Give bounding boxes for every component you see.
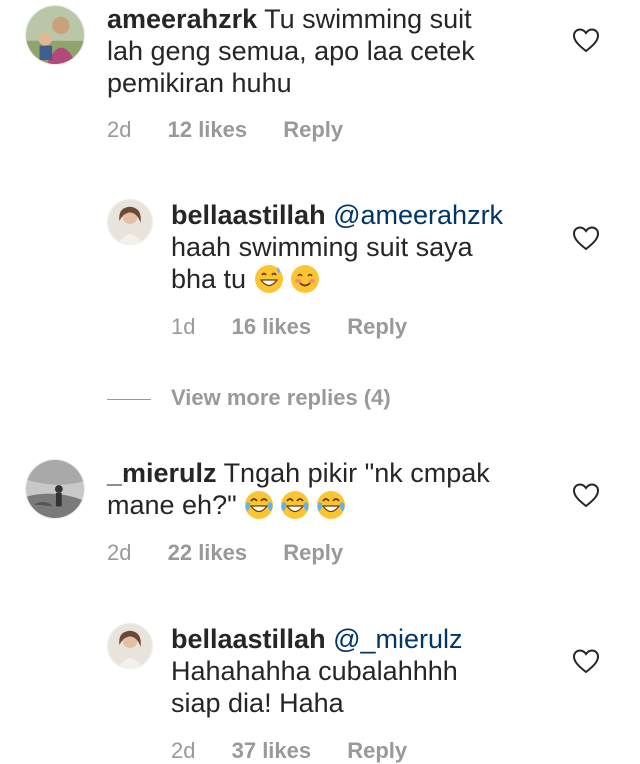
avatar[interactable] xyxy=(107,623,153,669)
like-count[interactable]: 12 likes xyxy=(168,117,248,143)
tears-of-joy-emoji xyxy=(281,491,310,519)
comment-text: bellaastillah @_mierulz Hahahahha cubala… xyxy=(171,623,561,719)
mention-link[interactable]: @ameerahzrk xyxy=(333,200,503,230)
heart-outline-icon[interactable] xyxy=(572,482,600,508)
comment-time: 2d xyxy=(107,117,132,142)
tears-of-joy-emoji xyxy=(317,491,346,519)
view-more-replies-button[interactable]: View more replies (4) xyxy=(107,385,391,411)
mention-link[interactable]: @_mierulz xyxy=(333,624,462,654)
grinning-sweat-emoji xyxy=(254,265,283,293)
comment-body: mane eh?" xyxy=(107,490,237,520)
comment-body: lah geng semua, apo laa cetek xyxy=(107,36,475,66)
reply-button[interactable]: Reply xyxy=(283,540,343,566)
comment-meta: 2d 22 likes Reply xyxy=(107,540,373,566)
comment-body: bha tu xyxy=(171,264,247,294)
comment-username[interactable]: bellaastillah xyxy=(171,624,326,654)
comment-body: Tngah pikir "nk cmpak xyxy=(223,458,490,488)
comment-meta: 1d 16 likes Reply xyxy=(171,314,437,340)
comment-body: siap dia! Haha xyxy=(171,688,344,718)
comment-body: haah swimming suit saya xyxy=(171,232,473,262)
smiling-blush-emoji xyxy=(290,265,319,293)
avatar[interactable] xyxy=(107,199,153,245)
like-count[interactable]: 16 likes xyxy=(232,314,312,340)
comment-time: 2d xyxy=(171,738,196,763)
heart-outline-icon[interactable] xyxy=(572,27,600,53)
comment-username[interactable]: bellaastillah xyxy=(171,200,326,230)
reply-button[interactable]: Reply xyxy=(283,117,343,143)
reply-button[interactable]: Reply xyxy=(347,738,407,764)
avatar[interactable] xyxy=(25,5,85,65)
divider-line xyxy=(107,398,151,400)
comment-meta: 2d 37 likes Reply xyxy=(171,738,437,764)
comment-text: _mierulz Tngah pikir "nk cmpak mane eh?" xyxy=(107,457,527,521)
comment-username[interactable]: ameerahzrk xyxy=(107,4,257,34)
reply-button[interactable]: Reply xyxy=(347,314,407,340)
comment-meta: 2d 12 likes Reply xyxy=(107,117,373,143)
heart-outline-icon[interactable] xyxy=(572,225,600,251)
comment-body: Tu swimming suit xyxy=(264,4,472,34)
comment-username[interactable]: _mierulz xyxy=(107,458,217,488)
like-count[interactable]: 37 likes xyxy=(232,738,312,764)
like-count[interactable]: 22 likes xyxy=(168,540,248,566)
comment-time: 2d xyxy=(107,540,132,565)
heart-outline-icon[interactable] xyxy=(572,648,600,674)
avatar[interactable] xyxy=(25,459,85,519)
comment-body: pemikiran huhu xyxy=(107,68,292,98)
view-more-replies-label[interactable]: View more replies (4) xyxy=(171,385,391,410)
comment-text: ameerahzrk Tu swimming suit lah geng sem… xyxy=(107,3,527,99)
comment-time: 1d xyxy=(171,314,196,339)
comment-text: bellaastillah @ameerahzrk haah swimming … xyxy=(171,199,561,295)
comment-body: Hahahahha cubalahhhh xyxy=(171,656,458,686)
tears-of-joy-emoji xyxy=(245,491,274,519)
